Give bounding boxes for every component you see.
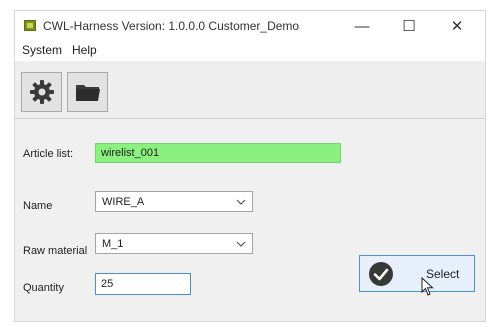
quantity-label: Quantity [23,282,64,294]
title-bar: CWL-Harness Version: 1.0.0.0 Customer_De… [15,11,485,41]
name-value: WIRE_A [102,196,145,208]
settings-button[interactable] [21,72,62,112]
app-window: CWL-Harness Version: 1.0.0.0 Customer_De… [14,10,486,322]
checkmark-icon [369,262,393,286]
gear-icon [29,80,54,104]
mouse-cursor-icon [421,277,434,296]
open-folder-button[interactable] [67,72,108,112]
maximize-button[interactable]: ☐ [387,11,431,41]
toolbar [15,61,485,119]
menu-system[interactable]: System [22,43,62,57]
window-title: CWL-Harness Version: 1.0.0.0 Customer_De… [43,19,300,33]
menu-help[interactable]: Help [72,43,97,57]
select-button[interactable]: Select [359,255,475,292]
raw-material-label: Raw material [23,245,88,257]
raw-material-value: M_1 [102,238,124,250]
name-dropdown[interactable]: WIRE_A [95,191,253,212]
app-icon [24,20,36,31]
menu-bar: System Help [15,41,485,61]
article-list-label: Article list: [23,148,74,160]
chevron-down-icon [236,241,246,247]
minimize-button[interactable]: — [340,11,384,41]
close-button[interactable]: ✕ [435,11,479,41]
chevron-down-icon [236,199,246,205]
article-list-field[interactable]: wirelist_001 [95,143,341,163]
raw-material-dropdown[interactable]: M_1 [95,233,253,254]
name-label: Name [23,200,53,212]
folder-icon [75,85,100,101]
quantity-field[interactable]: 25 [95,273,191,295]
